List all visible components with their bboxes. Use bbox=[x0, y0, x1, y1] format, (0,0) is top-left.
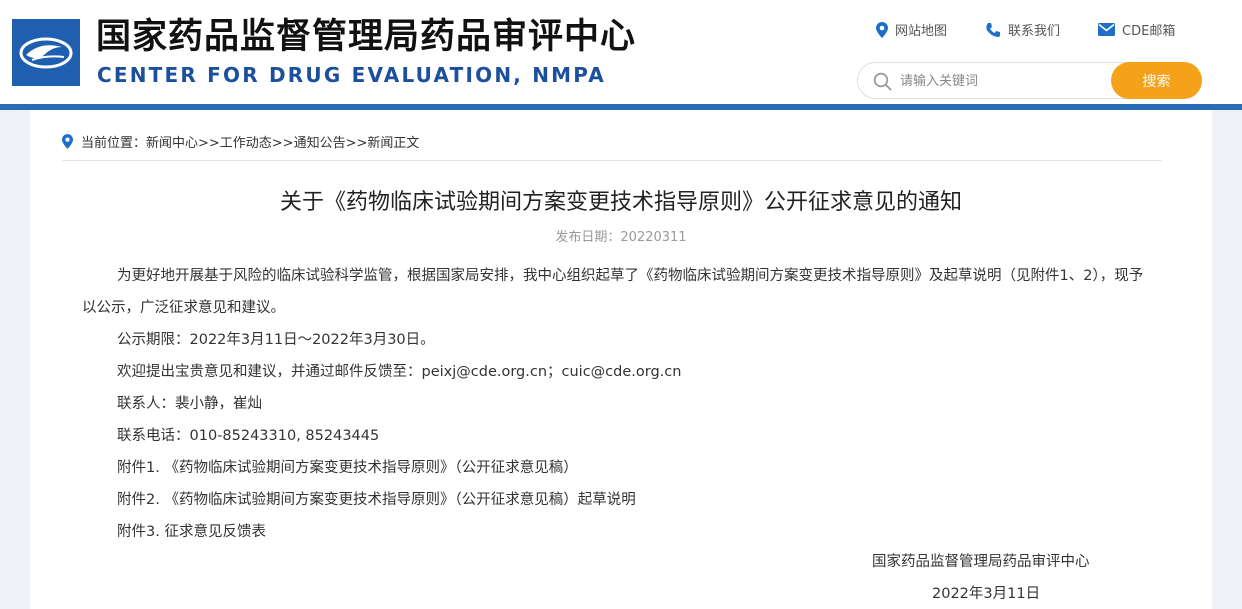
cde-logo[interactable] bbox=[12, 19, 80, 86]
article-paragraph-phone: 联系电话：010-85243310, 85243445 bbox=[117, 428, 380, 444]
breadcrumb: 当前位置：新闻中心>>工作动态>>通知公告>>新闻正文 bbox=[62, 132, 419, 151]
article-title: 关于《药物临床试验期间方案变更技术指导原则》公开征求意见的通知 bbox=[279, 190, 962, 215]
article-date: 发布日期：20220311 bbox=[555, 230, 687, 245]
location-pin-icon bbox=[876, 21, 888, 38]
contact-us-label: 联系我们 bbox=[1008, 24, 1061, 39]
logo-emblem-icon bbox=[19, 37, 73, 68]
attachment-link-3[interactable]: 附件3. 征求意见反馈表 bbox=[82, 516, 1150, 548]
location-pin-icon bbox=[62, 134, 73, 149]
main-content: 当前位置：新闻中心>>工作动态>>通知公告>>新闻正文 关于《药物临床试验期间方… bbox=[30, 110, 1212, 609]
site-title-cn: 国家药品监督管理局药品审评中心 bbox=[96, 17, 637, 57]
search-box: 搜索 bbox=[857, 62, 1202, 99]
mail-icon bbox=[1098, 23, 1116, 36]
search-input[interactable] bbox=[900, 69, 1100, 93]
site-map-link[interactable]: 网站地图 bbox=[876, 20, 947, 39]
article-paragraph-feedback: 欢迎提出宝贵意见和建议，并通过邮件反馈至：peixj@cde.org.cn；cu… bbox=[117, 364, 682, 380]
signature-org: 国家药品监督管理局药品审评中心 bbox=[872, 554, 1090, 570]
contact-us-link[interactable]: 联系我们 bbox=[985, 20, 1060, 39]
search-button[interactable]: 搜索 bbox=[1111, 62, 1202, 99]
article-paragraph-contact: 联系人：裴小静，崔灿 bbox=[117, 396, 262, 412]
phone-icon bbox=[985, 22, 1001, 38]
attachment-link-2[interactable]: 附件2. 《药物临床试验期间方案变更技术指导原则》（公开征求意见稿）起草说明 bbox=[82, 484, 1150, 516]
article-body: 为更好地开展基于风险的临床试验科学监管，根据国家局安排，我中心组织起草了《药物临… bbox=[82, 260, 1150, 548]
article-paragraph-intro: 为更好地开展基于风险的临床试验科学监管，根据国家局安排，我中心组织起草了《药物临… bbox=[82, 268, 1144, 316]
article-paragraph-period: 公示期限：2022年3月11日～2022年3月30日。 bbox=[117, 332, 435, 348]
top-links: 网站地图 联系我们 CDE邮箱 bbox=[876, 20, 1175, 39]
breadcrumb-divider bbox=[62, 160, 1162, 161]
site-map-label: 网站地图 bbox=[895, 24, 948, 39]
cde-mail-link[interactable]: CDE邮箱 bbox=[1098, 20, 1175, 39]
search-icon bbox=[873, 72, 892, 95]
site-header: 国家药品监督管理局药品审评中心 CENTER FOR DRUG EVALUATI… bbox=[0, 0, 1242, 104]
site-title-en: CENTER FOR DRUG EVALUATION, NMPA bbox=[97, 63, 606, 87]
attachment-link-1[interactable]: 附件1. 《药物临床试验期间方案变更技术指导原则》（公开征求意见稿） bbox=[82, 452, 1150, 484]
cde-mail-label: CDE邮箱 bbox=[1122, 24, 1176, 39]
breadcrumb-text[interactable]: 当前位置：新闻中心>>工作动态>>通知公告>>新闻正文 bbox=[81, 132, 419, 151]
signature-date: 2022年3月11日 bbox=[932, 586, 1041, 602]
